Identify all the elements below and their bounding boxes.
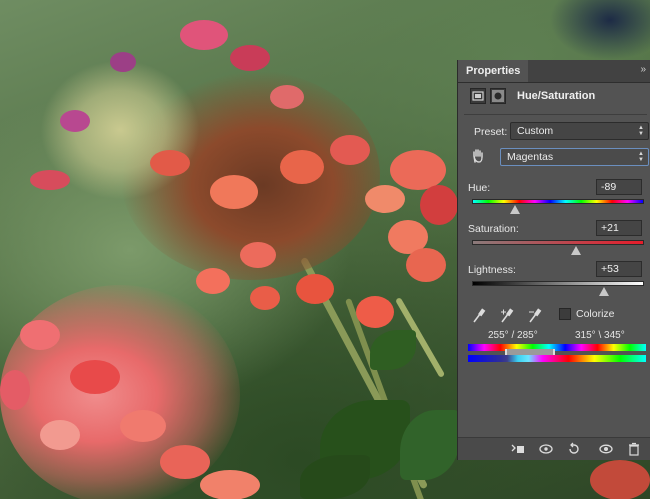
- saturation-label: Saturation:: [468, 223, 519, 235]
- eyedropper-subtract-icon[interactable]: [528, 308, 542, 324]
- delete-icon[interactable]: [626, 442, 642, 456]
- divider: [464, 114, 647, 115]
- flower-petal: [240, 242, 276, 268]
- range-left-degrees: 255° / 285°: [488, 330, 538, 341]
- adjustment-title: Hue/Saturation: [517, 90, 596, 102]
- flower-petal: [70, 360, 120, 394]
- panel-header: Properties »: [458, 60, 650, 83]
- panel-bottom-bar: [458, 437, 650, 460]
- flower-petal: [40, 420, 80, 450]
- flower-petal: [110, 52, 136, 72]
- flower-petal: [60, 110, 90, 132]
- saturation-slider-thumb[interactable]: [571, 246, 582, 255]
- lightness-slider-thumb[interactable]: [598, 287, 609, 296]
- eyedropper-add-icon[interactable]: [500, 308, 514, 324]
- flower-petal: [180, 20, 228, 50]
- select-arrows-icon: ▲ ▼: [638, 151, 644, 163]
- hue-slider-track[interactable]: [472, 199, 644, 204]
- saturation-input[interactable]: +21: [596, 220, 642, 236]
- flower-petal: [365, 185, 405, 213]
- flower-petal: [390, 150, 446, 190]
- flower-petal: [250, 286, 280, 310]
- flower-petal: [120, 410, 166, 442]
- result-spectrum-bar: [468, 355, 646, 362]
- flower-petal: [330, 135, 370, 165]
- flower-petal: [270, 85, 304, 109]
- flower-petal: [420, 185, 458, 225]
- flower-petal: [280, 150, 324, 184]
- layer-mask-icon[interactable]: [490, 88, 506, 104]
- flower-petal: [230, 45, 270, 71]
- preset-select[interactable]: Custom ▲ ▼: [510, 122, 649, 140]
- saturation-slider-track[interactable]: [472, 240, 644, 245]
- lightness-input[interactable]: +53: [596, 261, 642, 277]
- flower-petal: [150, 150, 190, 176]
- flower-petal: [590, 460, 650, 499]
- source-spectrum-bar[interactable]: [468, 344, 646, 351]
- tab-properties[interactable]: Properties: [458, 60, 529, 82]
- leaf: [370, 330, 416, 370]
- flower-petal: [406, 248, 446, 282]
- view-previous-icon[interactable]: [538, 442, 554, 456]
- preset-value: Custom: [517, 125, 554, 137]
- flower-petal: [160, 445, 210, 479]
- hue-label: Hue:: [468, 182, 491, 194]
- reset-icon[interactable]: [566, 442, 582, 456]
- adjustment-title-row: Hue/Saturation: [468, 88, 643, 110]
- colorize-label: Colorize: [576, 308, 615, 320]
- collapse-icon[interactable]: »: [640, 64, 645, 75]
- adjustment-layer-icon: [470, 88, 486, 104]
- hue-slider-thumb[interactable]: [510, 205, 521, 214]
- channel-select[interactable]: Magentas ▲ ▼: [500, 148, 649, 166]
- clip-to-layer-icon[interactable]: [510, 442, 526, 456]
- targeted-adjustment-hand-icon[interactable]: [470, 148, 486, 164]
- hue-input[interactable]: -89: [596, 179, 642, 195]
- eyedropper-icon[interactable]: [472, 308, 486, 324]
- lightness-slider-track[interactable]: [472, 281, 644, 286]
- colorize-checkbox[interactable]: [559, 308, 571, 320]
- select-arrows-icon: ▲ ▼: [638, 125, 644, 137]
- preset-label: Preset:: [474, 126, 508, 138]
- flower-petal: [20, 320, 60, 350]
- range-right-degrees: 315° \ 345°: [575, 330, 625, 341]
- flower-petal: [210, 175, 258, 209]
- properties-panel: Properties » Hue/Saturation Preset: Cust…: [457, 60, 650, 460]
- flower-petal: [196, 268, 230, 294]
- channel-value: Magentas: [507, 151, 554, 163]
- flower-petal: [356, 296, 394, 328]
- leaf: [300, 455, 370, 499]
- lightness-label: Lightness:: [468, 264, 516, 276]
- flower-petal: [296, 274, 334, 304]
- flower-petal: [0, 370, 30, 410]
- flower-petal: [30, 170, 70, 190]
- visibility-icon[interactable]: [598, 442, 614, 456]
- flower-petal: [200, 470, 260, 499]
